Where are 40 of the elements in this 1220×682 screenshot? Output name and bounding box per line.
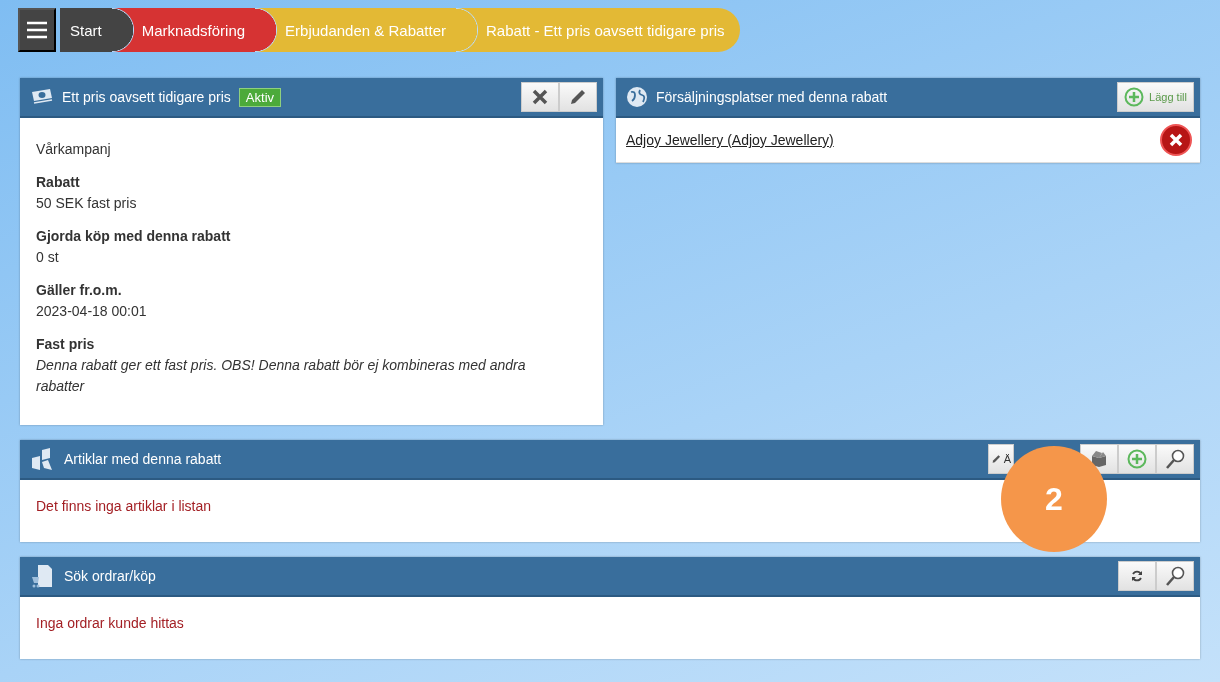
pencil-icon [568, 87, 588, 107]
field-label: Rabatt [36, 174, 81, 190]
delete-button[interactable] [521, 82, 559, 112]
breadcrumb-link[interactable]: Start [60, 8, 112, 52]
remove-button[interactable] [1160, 124, 1192, 156]
refresh-icon [1130, 569, 1144, 583]
field-value: 50 SEK fast pris [36, 194, 138, 213]
refresh-button[interactable] [1118, 561, 1156, 591]
discount-name: Vårkampanj [36, 140, 112, 159]
close-icon [1169, 133, 1183, 147]
search-button[interactable] [1156, 561, 1194, 591]
add-button[interactable]: Lägg till [1117, 82, 1194, 112]
search-icon [1164, 448, 1186, 470]
field-label: Gjorda köp med denna rabatt [36, 228, 232, 244]
search-icon [1164, 565, 1186, 587]
sales-location-link[interactable]: Adjoy Jewellery (Adjoy Jewellery) [626, 132, 834, 148]
globe-icon [626, 86, 648, 108]
status-label: Aktiv [238, 87, 282, 107]
field-label: Gäller fr.o.m. [36, 282, 123, 298]
panel-title: Ett pris oavsett tidigare pris [62, 89, 231, 105]
empty-message: Det finns inga artiklar i listan [36, 498, 212, 514]
box-icon [1089, 450, 1109, 468]
field-label: Fast pris [36, 336, 96, 352]
menu-button[interactable] [18, 8, 56, 52]
field-value: 0 st [36, 248, 60, 267]
field-value: Denna rabatt ger ett fast pris. OBS! Denna rabatt bör ej kombineras med andra rabatter [36, 356, 527, 396]
edit-button[interactable] [559, 82, 597, 112]
panel-title: Försäljningsplatser med denna rabatt [656, 89, 888, 105]
breadcrumb-link[interactable]: Marknadsföring [111, 8, 256, 52]
money-icon [30, 88, 54, 106]
close-icon [531, 88, 549, 106]
search-button[interactable] [1156, 444, 1194, 474]
edit-button[interactable]: Ä [988, 444, 1014, 474]
empty-message: Inga ordrar kunde hittas [36, 615, 184, 631]
plus-icon [1127, 449, 1147, 469]
menu-icon [26, 20, 48, 40]
panel-title: Artiklar med denna rabatt [64, 451, 222, 467]
field-value: 2023-04-18 00:01 [36, 302, 148, 321]
plus-icon [1124, 87, 1145, 107]
panel-title: Sök ordrar/köp [64, 568, 156, 584]
